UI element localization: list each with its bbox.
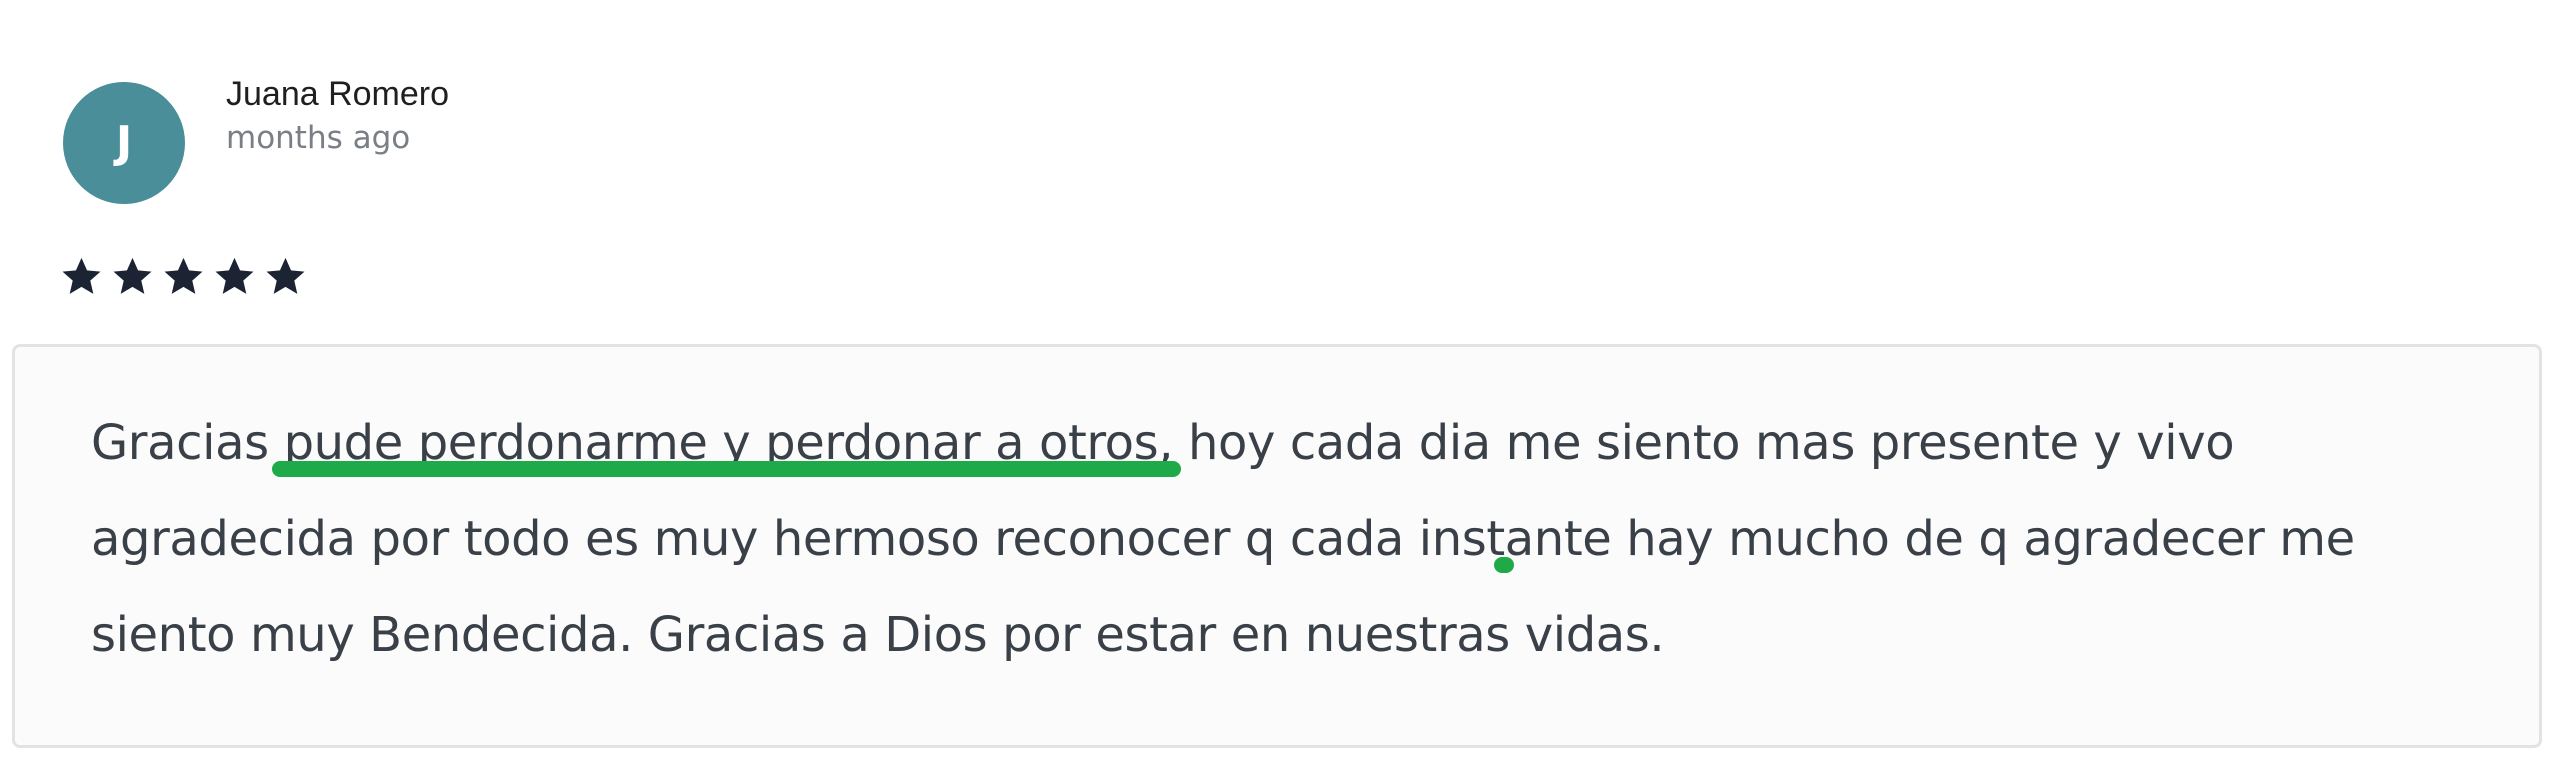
star-icon	[62, 257, 101, 294]
avatar: J	[63, 82, 185, 204]
review-body-box: Gracias pude perdonarme y perdonar a otr…	[12, 344, 2542, 748]
star-icon	[266, 257, 305, 294]
highlighted-phrase: pude perdonarme y perdonar a otros,	[283, 415, 1174, 471]
review-header: J Juana Romero months ago	[63, 75, 449, 204]
review-time: months ago	[226, 120, 411, 157]
review-card: J Juana Romero months ago Gracias pude p…	[0, 0, 2560, 767]
author-meta: Juana Romero months ago	[226, 72, 449, 158]
star-icon	[215, 257, 254, 294]
review-text-segment: Gracias	[91, 415, 284, 471]
star-icon	[113, 257, 152, 294]
star-icon	[164, 257, 203, 294]
star-rating	[60, 255, 307, 298]
author-name: Juana Romero	[226, 75, 450, 113]
avatar-initial: J	[115, 117, 133, 168]
review-body-text: Gracias pude perdonarme y perdonar a otr…	[91, 395, 2491, 683]
review-text-segment: hoy cada dia	[1173, 415, 1506, 471]
